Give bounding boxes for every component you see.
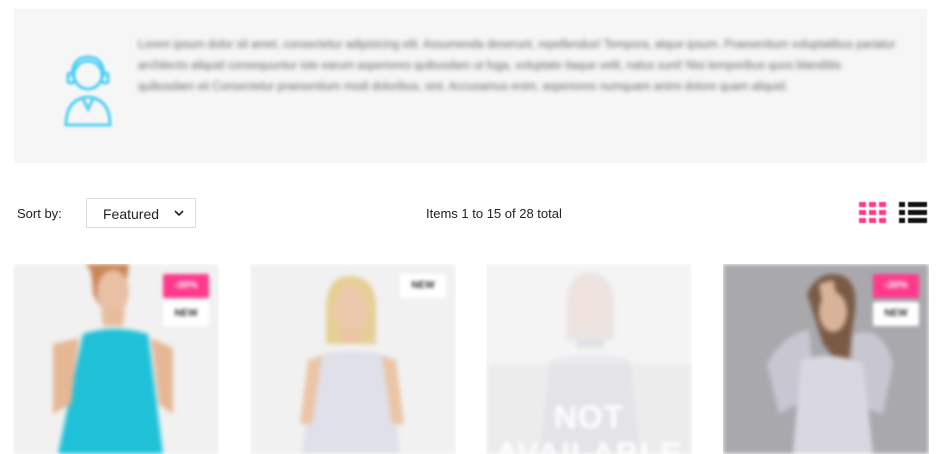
product-card[interactable]: NEW: [250, 264, 456, 454]
new-badge: NEW: [163, 302, 209, 326]
product-toolbar: Sort by: Featured Items 1 to 15 of 28 to…: [0, 196, 939, 232]
sort-label: Sort by:: [17, 206, 62, 221]
sort-select[interactable]: Featured: [86, 198, 196, 228]
product-card[interactable]: -30% NEW: [723, 264, 929, 454]
product-card[interactable]: NOT AVAILABLE: [486, 264, 692, 454]
new-badge: NEW: [873, 302, 919, 326]
chevron-down-icon: [174, 210, 184, 217]
product-card[interactable]: -30% NEW: [13, 264, 219, 454]
sort-selected-value: Featured: [103, 206, 160, 222]
info-text: Lorem ipsum dolor sit amet, consectetur …: [138, 39, 896, 93]
sale-badge: -30%: [873, 274, 919, 298]
list-view-icon[interactable]: [899, 202, 927, 224]
not-available-overlay: NOT AVAILABLE: [495, 399, 683, 454]
grid-view-icon[interactable]: [859, 202, 887, 224]
sale-badge: -30%: [163, 274, 209, 298]
items-count: Items 1 to 15 of 28 total: [426, 206, 562, 221]
support-agent-icon: [64, 55, 112, 127]
info-panel: Lorem ipsum dolor sit amet, consectetur …: [14, 9, 927, 163]
new-badge: NEW: [400, 274, 446, 298]
